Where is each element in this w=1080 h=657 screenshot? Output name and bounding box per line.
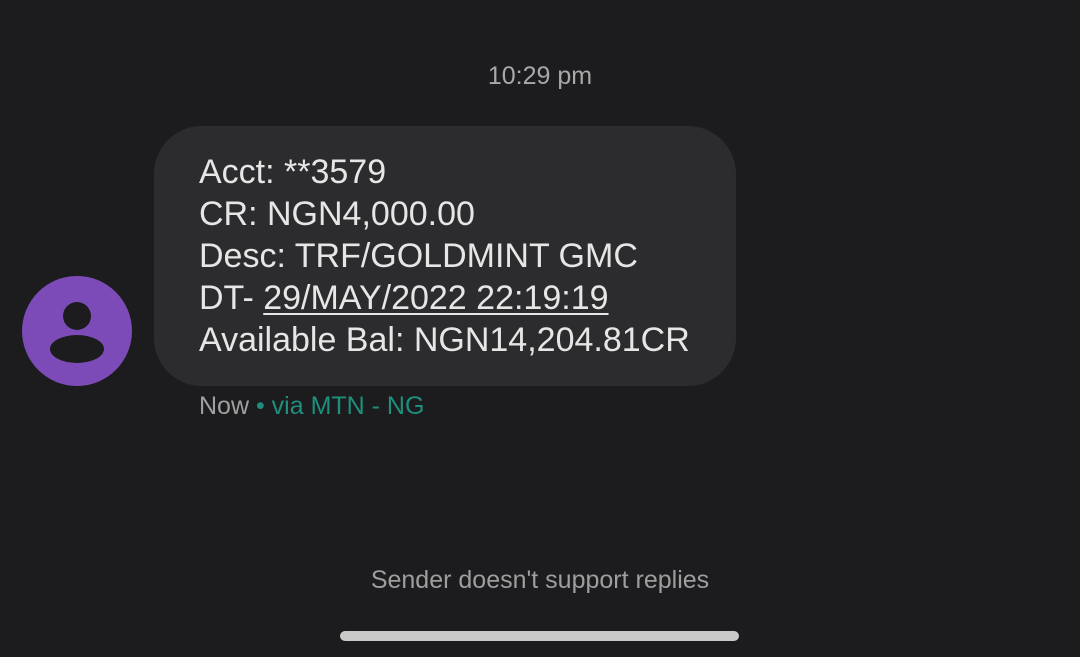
- message-bubble[interactable]: Acct: **3579 CR: NGN4,000.00 Desc: TRF/G…: [154, 126, 736, 386]
- message-credit-line: CR: NGN4,000.00: [199, 195, 475, 233]
- home-indicator-bar[interactable]: [340, 631, 739, 641]
- person-icon: [50, 302, 104, 363]
- date-prefix: DT-: [199, 279, 264, 317]
- message-meta: Now • via MTN - NG: [199, 390, 424, 422]
- message-date-line: DT- 29/MAY/2022 22:19:19: [199, 277, 736, 319]
- message-balance-line: Available Bal: NGN14,204.81CR: [199, 321, 690, 359]
- message-account-line: Acct: **3579: [199, 153, 387, 191]
- date-link[interactable]: 29/MAY/2022 22:19:19: [263, 279, 608, 317]
- sender-avatar[interactable]: [22, 276, 132, 386]
- carrier-label: • via MTN - NG: [249, 392, 425, 420]
- message-status: Now: [199, 392, 250, 420]
- reply-notice: Sender doesn't support replies: [370, 566, 710, 594]
- message-description-line: Desc: TRF/GOLDMINT GMC: [199, 237, 638, 275]
- message-timestamp: 10:29 pm: [487, 62, 593, 90]
